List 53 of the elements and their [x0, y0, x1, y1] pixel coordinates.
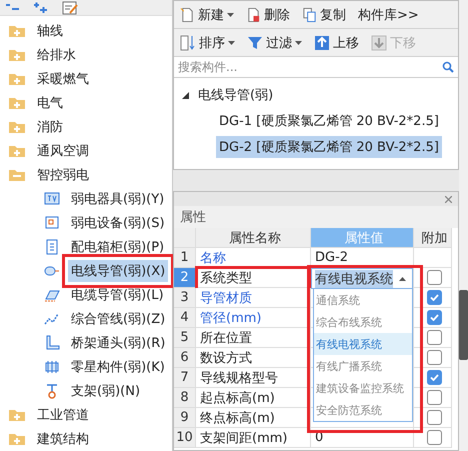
column-header: 附加	[414, 228, 452, 248]
property-name: 所在位置	[196, 328, 311, 348]
property-name: 管径(mm)	[196, 308, 311, 328]
property-name: 终点标高(m)	[196, 408, 311, 428]
dropdown-field[interactable]: 有线电视系统	[311, 268, 413, 289]
tree-item[interactable]: 智控弱电	[34, 164, 92, 186]
property-name: 支架间距(mm)	[196, 428, 311, 448]
tree-item[interactable]: 支架(弱)(N)	[68, 380, 144, 402]
tree-item[interactable]: 采暖燃气	[34, 68, 92, 90]
property-name: 起点标高(m)	[196, 388, 311, 408]
tree-item[interactable]: 消防	[34, 116, 66, 138]
tree-item[interactable]: 给排水	[34, 44, 79, 66]
tree-item[interactable]: 桥架通头(弱)(R)	[68, 332, 168, 354]
tree-item[interactable]: 配电箱柜(弱)(P)	[68, 236, 168, 258]
tree-item[interactable]: DG-2 [硬质聚氯乙烯管 20 BV-2*2.5]	[216, 136, 442, 158]
toolbar-button[interactable]: 删除	[244, 6, 292, 24]
tree-item[interactable]: 弱电设备(弱)(S)	[68, 212, 168, 234]
column-header: 属性名称	[196, 228, 311, 248]
row-number: 4	[174, 308, 196, 328]
panel-title: 属性	[174, 206, 458, 228]
tree-item[interactable]: 电气	[34, 92, 66, 114]
column-header: 属性值	[311, 228, 414, 248]
property-name: 导线规格型号	[196, 368, 311, 388]
tree-item[interactable]: 通风空调	[34, 140, 92, 162]
toolbar-button[interactable]: 上移	[312, 34, 361, 52]
toolbar-button[interactable]: 新建	[178, 6, 236, 24]
tree-item[interactable]: 综合管线(弱)(Z)	[68, 308, 168, 330]
toolbar-button[interactable]: 复制	[300, 6, 348, 24]
row-number: 10	[174, 428, 196, 448]
row-number: 6	[174, 348, 196, 368]
row-number: 8	[174, 388, 196, 408]
toolbar-button[interactable]: 过滤	[245, 34, 304, 52]
toolbar-button[interactable]: 构件库>>	[356, 6, 421, 24]
tree-item[interactable]: 工业管道	[34, 404, 92, 426]
row-number: 2	[174, 268, 196, 288]
tree-item[interactable]: 零星构件(弱)(K)	[68, 356, 168, 378]
tree-item[interactable]: 建筑结构	[34, 428, 92, 450]
toolbar-button[interactable]: 排序	[178, 34, 237, 52]
property-name: 系统类型	[196, 268, 311, 288]
property-name: 导管材质	[196, 288, 311, 308]
tree-item[interactable]: 电线导管(弱)	[195, 84, 276, 106]
row-number: 7	[174, 368, 196, 388]
tree-item[interactable]: 电缆导管(弱)(L)	[68, 284, 167, 306]
tree-item[interactable]: 电线导管(弱)(X)	[68, 260, 168, 282]
row-number: 5	[174, 328, 196, 348]
tree-item[interactable]: DG-1 [硬质聚氯乙烯管 20 BV-2*2.5]	[216, 110, 442, 132]
dropdown-option[interactable]: 有线电视系统	[314, 333, 412, 355]
row-number: 3	[174, 288, 196, 308]
tree-item[interactable]: 弱电器具(弱)(Y)	[68, 188, 168, 210]
property-name: 数设方式	[196, 348, 311, 368]
tree-item[interactable]: 轴线	[34, 20, 66, 42]
row-number: 9	[174, 408, 196, 428]
row-number: 1	[174, 248, 196, 268]
